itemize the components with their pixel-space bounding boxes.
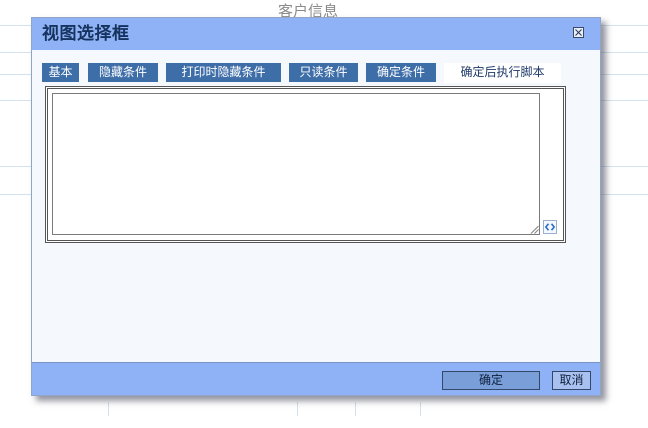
- tab-readonly-condition[interactable]: 只读条件: [289, 63, 358, 82]
- ok-button[interactable]: 确定: [442, 371, 540, 390]
- view-select-dialog: 视图选择框 基本 隐藏条件 打印时隐藏条件 只读条件 确定条件 确定后执行脚本: [31, 17, 601, 396]
- resize-grip-icon[interactable]: [530, 225, 539, 234]
- page: 客户信息 视图选择框 基本 隐藏条件 打印时隐藏条件 只读条件 确定条件 确定后…: [0, 0, 648, 428]
- background-grid-tick: [355, 402, 356, 416]
- background-grid-tick: [420, 402, 421, 416]
- background-grid-tick: [108, 402, 109, 416]
- tab-basic[interactable]: 基本: [42, 63, 79, 82]
- dialog-title: 视图选择框: [42, 24, 130, 44]
- script-expand-icon: [545, 223, 555, 231]
- dialog-footer: 确定 取消: [32, 362, 600, 395]
- script-textarea[interactable]: [52, 93, 540, 235]
- script-editor-frame: [45, 86, 566, 243]
- tab-confirm-condition[interactable]: 确定条件: [366, 63, 436, 82]
- cancel-button[interactable]: 取消: [552, 371, 591, 390]
- tab-hide-condition[interactable]: 隐藏条件: [88, 63, 158, 82]
- background-grid-tick: [297, 402, 298, 416]
- script-expand-button[interactable]: [543, 220, 557, 234]
- close-icon: [575, 29, 582, 36]
- close-button[interactable]: [573, 27, 584, 38]
- dialog-titlebar[interactable]: 视图选择框: [32, 18, 600, 50]
- tab-print-hide-condition[interactable]: 打印时隐藏条件: [166, 63, 281, 82]
- tab-after-confirm-script[interactable]: 确定后执行脚本: [444, 63, 561, 83]
